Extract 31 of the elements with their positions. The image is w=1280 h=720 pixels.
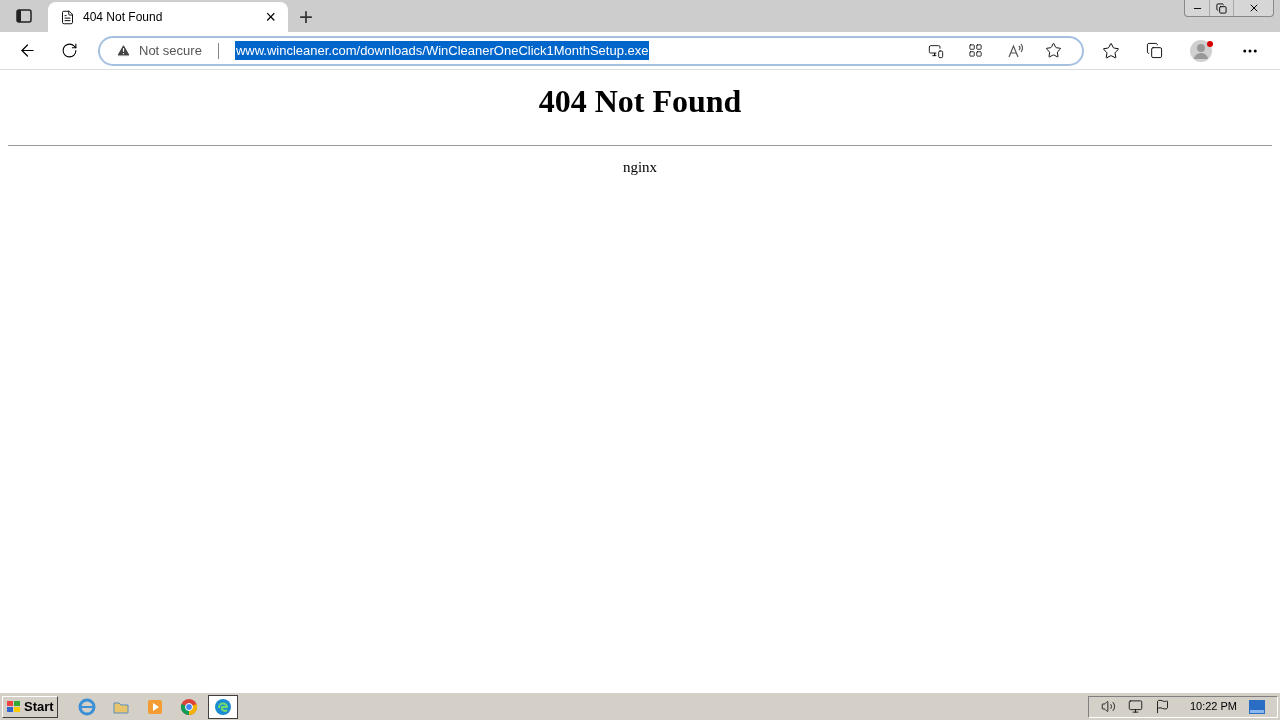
server-label: nginx	[622, 158, 658, 177]
clock: 10:22 PM	[1189, 699, 1237, 715]
warning-icon	[116, 43, 131, 58]
favorites-icon[interactable]	[1102, 41, 1120, 60]
collections-icon[interactable]	[1146, 42, 1163, 59]
close-tab-button[interactable]: ×	[265, 8, 276, 26]
chrome-icon	[179, 697, 198, 716]
reload-icon	[60, 42, 78, 59]
read-aloud-icon[interactable]	[1007, 42, 1025, 59]
start-button[interactable]: Start	[2, 695, 58, 718]
network-icon[interactable]	[1127, 699, 1143, 714]
add-favorite-icon[interactable]	[1045, 42, 1062, 59]
flag-icon[interactable]	[1154, 699, 1170, 714]
device-icon[interactable]	[928, 42, 944, 59]
address-bar[interactable]: Not secure www.wincleaner.com/downloads/WinCleanerOneClick1MonthSetup.exe	[98, 35, 1084, 66]
url-text: www.wincleaner.com/downloads/WinCleanerOneClick1MonthSetup.exe	[234, 40, 650, 61]
volume-icon[interactable]	[1100, 699, 1116, 714]
windows-flag-icon	[6, 699, 22, 714]
tab-title: 404 Not Found	[83, 9, 164, 26]
page-heading: 404 Not Found	[538, 82, 742, 121]
edge-icon	[213, 697, 232, 716]
security-label: Not secure	[139, 41, 202, 60]
new-tab-button[interactable]: +	[288, 2, 324, 32]
play-icon	[145, 697, 164, 716]
profile-avatar-icon[interactable]	[1189, 37, 1215, 64]
browser-tab[interactable]: 404 Not Found ×	[48, 2, 288, 32]
page-icon	[60, 9, 75, 25]
apps-icon[interactable]	[968, 43, 983, 58]
taskbar-app-button[interactable]	[207, 694, 238, 719]
restore-icon	[1216, 2, 1227, 14]
desktop-icon[interactable]	[1249, 699, 1265, 714]
